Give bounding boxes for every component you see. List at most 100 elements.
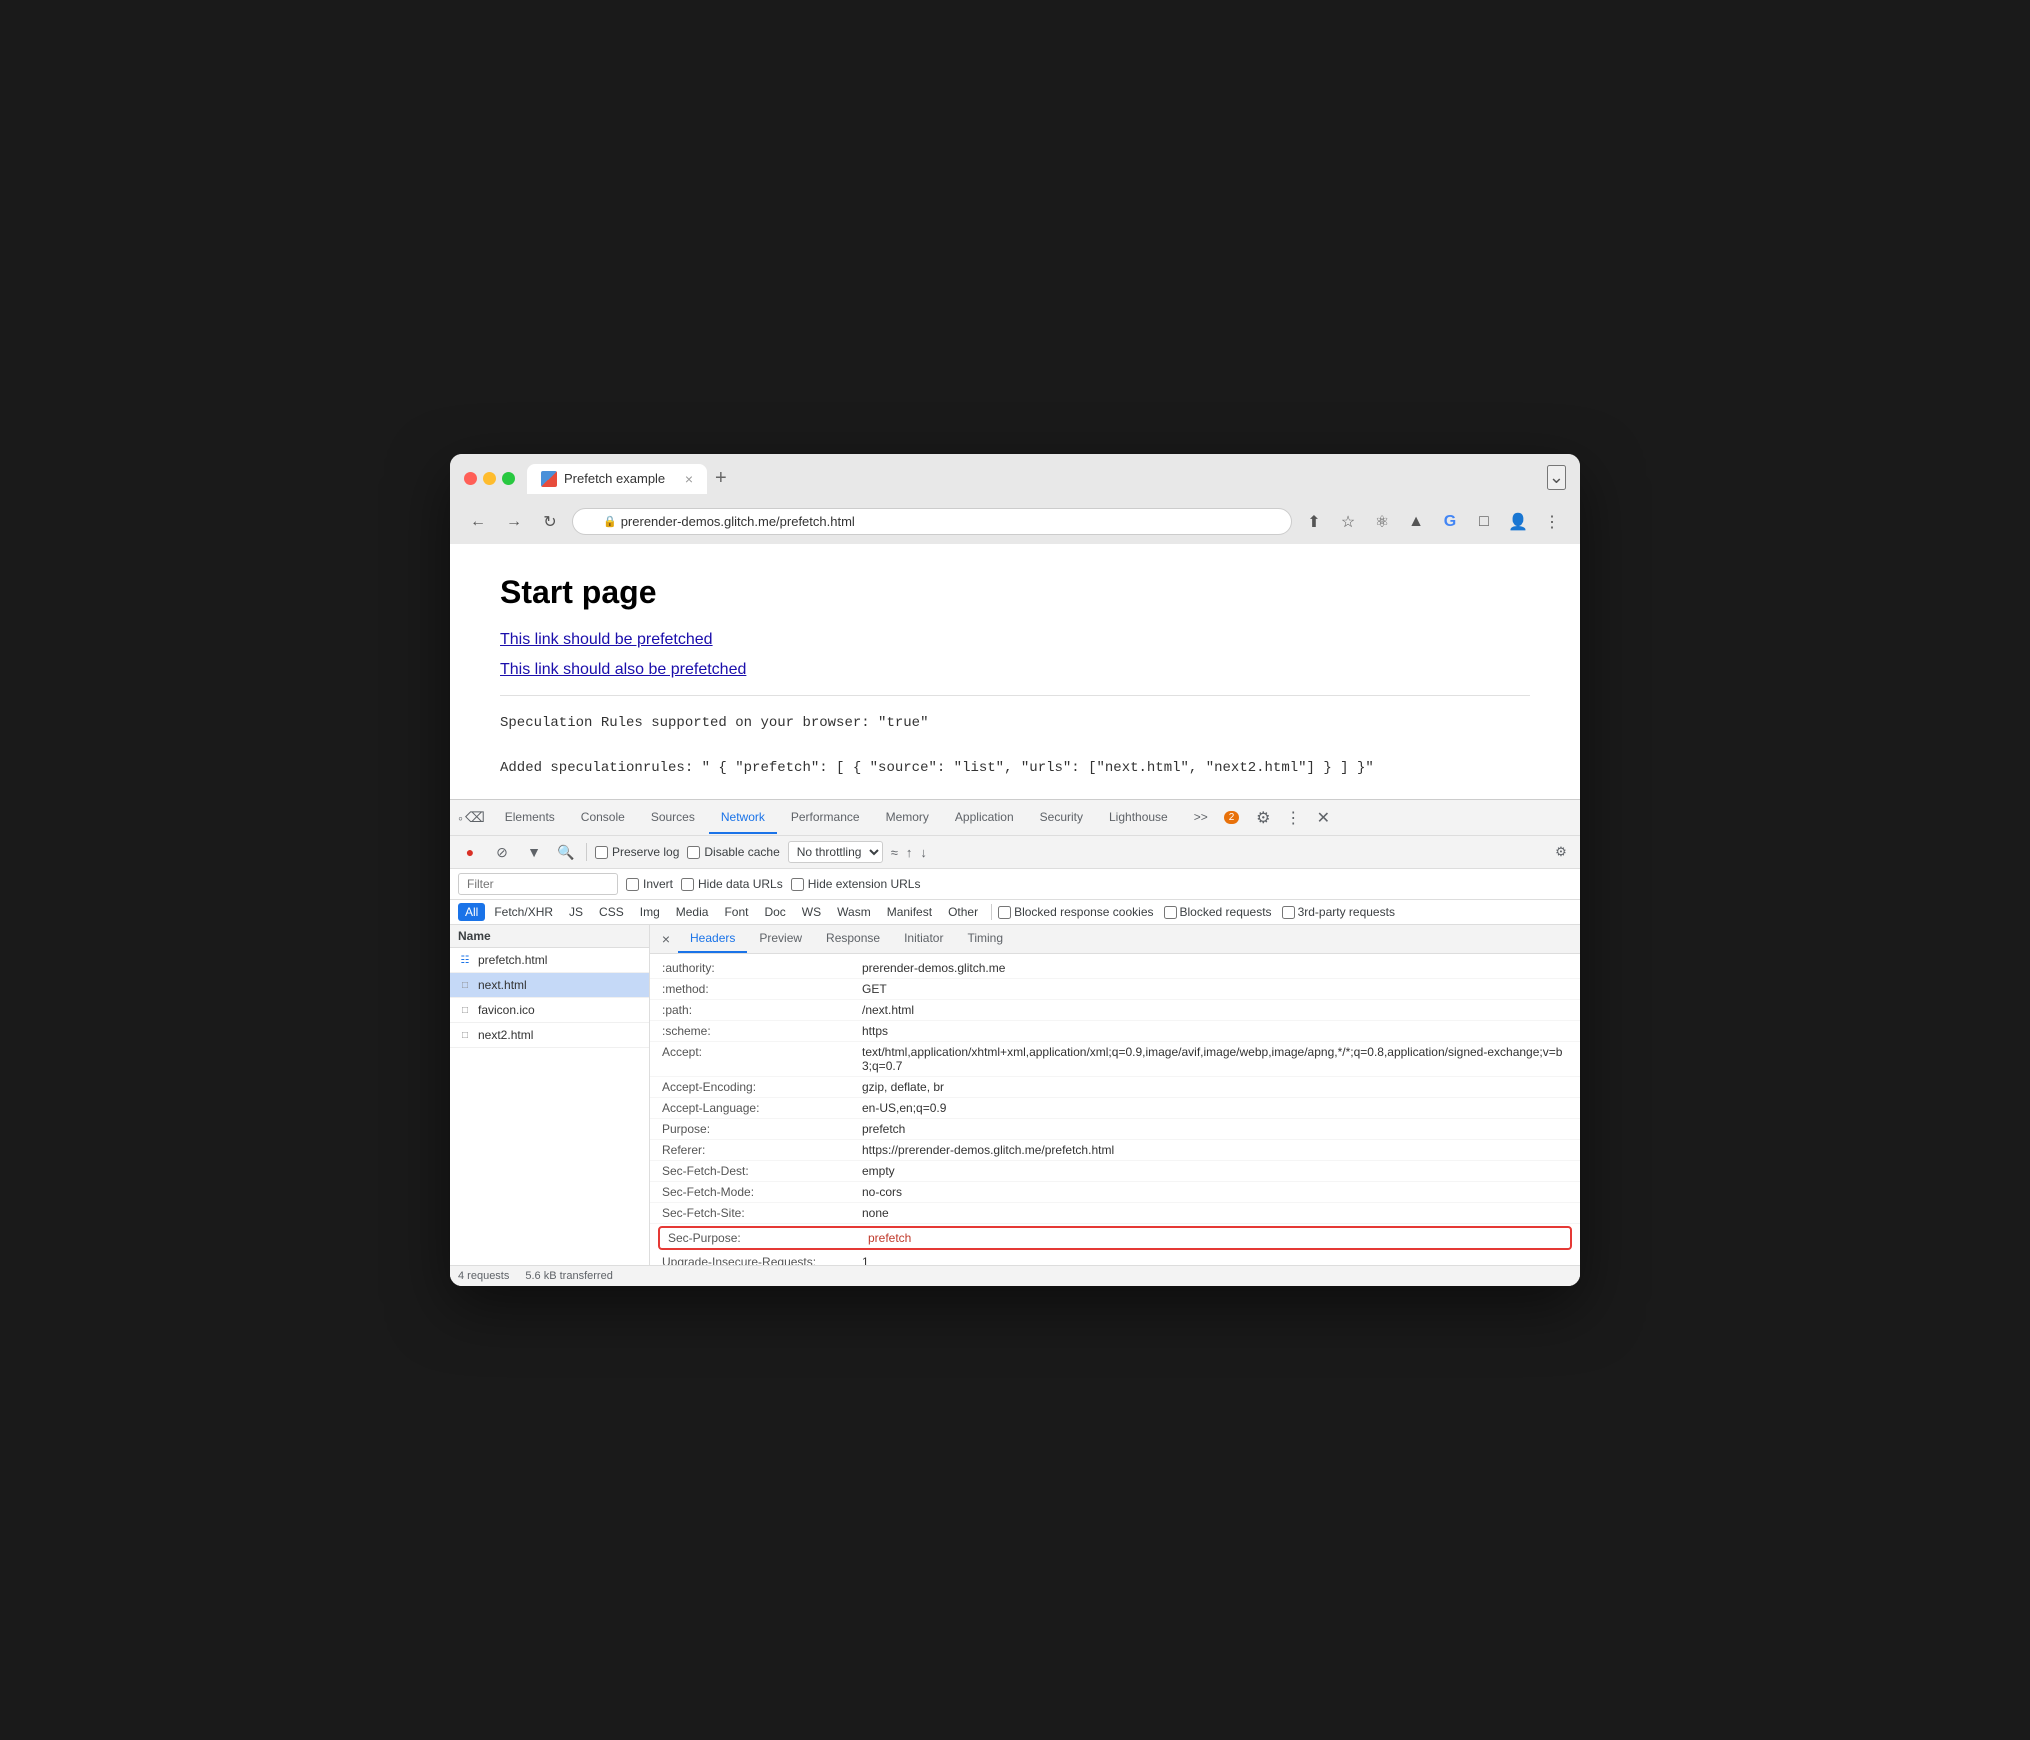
- reload-button[interactable]: ↻: [536, 508, 564, 536]
- type-css[interactable]: CSS: [592, 903, 631, 921]
- file-icon-3: □: [458, 1028, 472, 1042]
- blocked-cookies-label[interactable]: Blocked response cookies: [998, 905, 1153, 919]
- close-button[interactable]: [464, 472, 477, 485]
- tab-preview[interactable]: Preview: [747, 925, 814, 953]
- type-font[interactable]: Font: [717, 903, 755, 921]
- speculation-rules-info: Speculation Rules supported on your brow…: [500, 712, 1530, 779]
- prefetch-link-1[interactable]: This link should be prefetched: [500, 631, 1530, 649]
- browser-menu-button[interactable]: ⌄: [1547, 465, 1566, 490]
- doc-icon: ☷: [458, 953, 472, 967]
- page-divider: [500, 695, 1530, 696]
- type-js[interactable]: JS: [562, 903, 590, 921]
- filter-input[interactable]: [458, 873, 618, 895]
- header-accept-language: Accept-Language: en-US,en;q=0.9: [650, 1098, 1580, 1119]
- tab-network[interactable]: Network: [709, 802, 777, 834]
- devtools-close-button[interactable]: ✕: [1309, 804, 1337, 832]
- google-icon[interactable]: G: [1436, 508, 1464, 536]
- tab-close-button[interactable]: ×: [685, 471, 693, 487]
- type-media[interactable]: Media: [669, 903, 716, 921]
- header-value-referer: https://prerender-demos.glitch.me/prefet…: [862, 1143, 1568, 1157]
- tab-initiator[interactable]: Initiator: [892, 925, 955, 953]
- hide-ext-checkbox[interactable]: [791, 878, 804, 891]
- url-text: prerender-demos.glitch.me/prefetch.html: [621, 514, 855, 529]
- hide-data-urls-label[interactable]: Hide data URLs: [681, 877, 783, 891]
- tab-console[interactable]: Console: [569, 802, 637, 834]
- preserve-log-label[interactable]: Preserve log: [595, 845, 679, 859]
- profile-icon[interactable]: ▲: [1402, 508, 1430, 536]
- tab-response[interactable]: Response: [814, 925, 892, 953]
- tab-favicon: [541, 471, 557, 487]
- network-body: Name ☷ prefetch.html □ next.html □ favic…: [450, 925, 1580, 1265]
- type-ws[interactable]: WS: [795, 903, 828, 921]
- preserve-log-checkbox[interactable]: [595, 846, 608, 859]
- type-img[interactable]: Img: [633, 903, 667, 921]
- minimize-button[interactable]: [483, 472, 496, 485]
- request-item-next2[interactable]: □ next2.html: [450, 1023, 649, 1048]
- disable-cache-checkbox[interactable]: [687, 846, 700, 859]
- request-item-prefetch[interactable]: ☷ prefetch.html: [450, 948, 649, 973]
- more-options-icon[interactable]: ⋮: [1538, 508, 1566, 536]
- type-all[interactable]: All: [458, 903, 485, 921]
- hide-data-urls-checkbox[interactable]: [681, 878, 694, 891]
- blocked-requests-checkbox[interactable]: [1164, 906, 1177, 919]
- tab-application[interactable]: Application: [943, 802, 1026, 834]
- tab-headers[interactable]: Headers: [678, 925, 747, 953]
- user-icon[interactable]: 👤: [1504, 508, 1532, 536]
- devtools-more-button[interactable]: ⋮: [1279, 804, 1307, 832]
- header-upgrade: Upgrade-Insecure-Requests: 1: [650, 1252, 1580, 1265]
- network-settings-button[interactable]: ⚙: [1550, 841, 1572, 863]
- type-manifest[interactable]: Manifest: [880, 903, 939, 921]
- type-doc[interactable]: Doc: [757, 903, 792, 921]
- invert-label[interactable]: Invert: [626, 877, 673, 891]
- header-value-scheme: https: [862, 1024, 1568, 1038]
- bookmark-icon[interactable]: ☆: [1334, 508, 1362, 536]
- status-bar: 4 requests 5.6 kB transferred: [450, 1265, 1580, 1286]
- clear-button[interactable]: ⊘: [490, 840, 514, 864]
- active-tab[interactable]: Prefetch example ×: [527, 464, 707, 494]
- tab-security[interactable]: Security: [1028, 802, 1095, 834]
- blocked-requests-label[interactable]: Blocked requests: [1164, 905, 1272, 919]
- search-button[interactable]: 🔍: [554, 840, 578, 864]
- tab-more[interactable]: >>: [1182, 802, 1220, 834]
- invert-checkbox[interactable]: [626, 878, 639, 891]
- third-party-checkbox[interactable]: [1282, 906, 1295, 919]
- hide-ext-label[interactable]: Hide extension URLs: [791, 877, 921, 891]
- header-sec-fetch-site: Sec-Fetch-Site: none: [650, 1203, 1580, 1224]
- tab-sources[interactable]: Sources: [639, 802, 707, 834]
- header-method: :method: GET: [650, 979, 1580, 1000]
- devtools-inspect-icon[interactable]: ◦: [458, 810, 463, 826]
- header-name-sec-fetch-site: Sec-Fetch-Site:: [662, 1206, 862, 1220]
- header-name-authority: :authority:: [662, 961, 862, 975]
- tab-memory[interactable]: Memory: [874, 802, 941, 834]
- disable-cache-label[interactable]: Disable cache: [687, 845, 779, 859]
- headers-close-button[interactable]: ×: [654, 927, 678, 951]
- third-party-label[interactable]: 3rd-party requests: [1282, 905, 1395, 919]
- extensions-icon[interactable]: ⚛: [1368, 508, 1396, 536]
- type-other[interactable]: Other: [941, 903, 985, 921]
- cast-icon[interactable]: □: [1470, 508, 1498, 536]
- header-name-referer: Referer:: [662, 1143, 862, 1157]
- download-icon: ↓: [920, 845, 927, 860]
- tab-performance[interactable]: Performance: [779, 802, 872, 834]
- type-wasm[interactable]: Wasm: [830, 903, 878, 921]
- record-button[interactable]: ●: [458, 840, 482, 864]
- new-tab-button[interactable]: +: [707, 467, 735, 490]
- tab-elements[interactable]: Elements: [493, 802, 567, 834]
- throttle-select[interactable]: No throttling: [788, 841, 883, 863]
- tab-timing[interactable]: Timing: [955, 925, 1015, 953]
- filter-toggle-button[interactable]: ▼: [522, 840, 546, 864]
- devtools-device-icon[interactable]: ⌫: [465, 809, 485, 826]
- maximize-button[interactable]: [502, 472, 515, 485]
- blocked-cookies-checkbox[interactable]: [998, 906, 1011, 919]
- forward-button[interactable]: →: [500, 508, 528, 536]
- prefetch-link-2[interactable]: This link should also be prefetched: [500, 661, 1530, 679]
- type-fetch-xhr[interactable]: Fetch/XHR: [487, 903, 560, 921]
- devtools-settings-button[interactable]: ⚙: [1249, 804, 1277, 832]
- request-item-favicon[interactable]: □ favicon.ico: [450, 998, 649, 1023]
- header-authority: :authority: prerender-demos.glitch.me: [650, 958, 1580, 979]
- address-input[interactable]: 🔒 prerender-demos.glitch.me/prefetch.htm…: [572, 508, 1292, 535]
- request-item-next[interactable]: □ next.html: [450, 973, 649, 998]
- back-button[interactable]: ←: [464, 508, 492, 536]
- share-icon[interactable]: ⬆: [1300, 508, 1328, 536]
- tab-lighthouse[interactable]: Lighthouse: [1097, 802, 1180, 834]
